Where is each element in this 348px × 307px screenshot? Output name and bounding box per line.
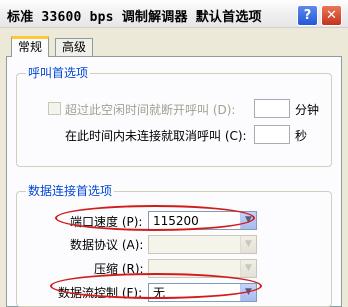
help-button[interactable]: ? — [297, 5, 318, 26]
help-icon: ? — [303, 8, 312, 23]
highlight-ellipse-port-speed — [55, 205, 255, 231]
window-title: 标准 33600 bps 调制解调器 默认首选项 — [7, 10, 262, 25]
close-icon: ✕ — [326, 8, 337, 23]
highlight-ellipse-flow-control — [50, 273, 262, 299]
call-preferences-legend: 呼叫首选项 — [26, 66, 91, 80]
disconnect-idle-checkbox[interactable] — [48, 102, 61, 115]
disconnect-idle-unit: 分钟 — [295, 103, 320, 117]
tab-advanced[interactable]: 高级 — [55, 38, 94, 56]
call-preferences-group: 呼叫首选项 超过此空闲时间就断开呼叫 (D): 分钟 在此时间内未连接就取消呼叫… — [16, 66, 332, 167]
disconnect-idle-input[interactable] — [254, 99, 290, 118]
chevron-down-icon[interactable]: ▼ — [240, 260, 256, 277]
modem-preferences-dialog: 标准 33600 bps 调制解调器 默认首选项 ? ✕ 常规 高级 呼叫首选项… — [0, 0, 348, 307]
data-preferences-legend: 数据连接首选项 — [26, 184, 115, 198]
general-tab-panel: 呼叫首选项 超过此空闲时间就断开呼叫 (D): 分钟 在此时间内未连接就取消呼叫… — [6, 56, 342, 307]
cancel-call-input[interactable] — [254, 125, 290, 144]
cancel-call-label: 在此时间内未连接就取消呼叫 (C): — [65, 129, 247, 143]
chevron-down-icon[interactable]: ▼ — [240, 236, 256, 253]
protocol-select[interactable]: ▼ — [148, 235, 257, 254]
tab-general[interactable]: 常规 — [11, 36, 50, 57]
close-button[interactable]: ✕ — [321, 5, 342, 26]
disconnect-idle-label: 超过此空闲时间就断开呼叫 (D): — [65, 103, 236, 117]
protocol-label: 数据协议 (A): — [70, 238, 144, 252]
title-bar[interactable]: 标准 33600 bps 调制解调器 默认首选项 ? ✕ — [0, 0, 348, 28]
cancel-call-unit: 秒 — [295, 129, 308, 143]
